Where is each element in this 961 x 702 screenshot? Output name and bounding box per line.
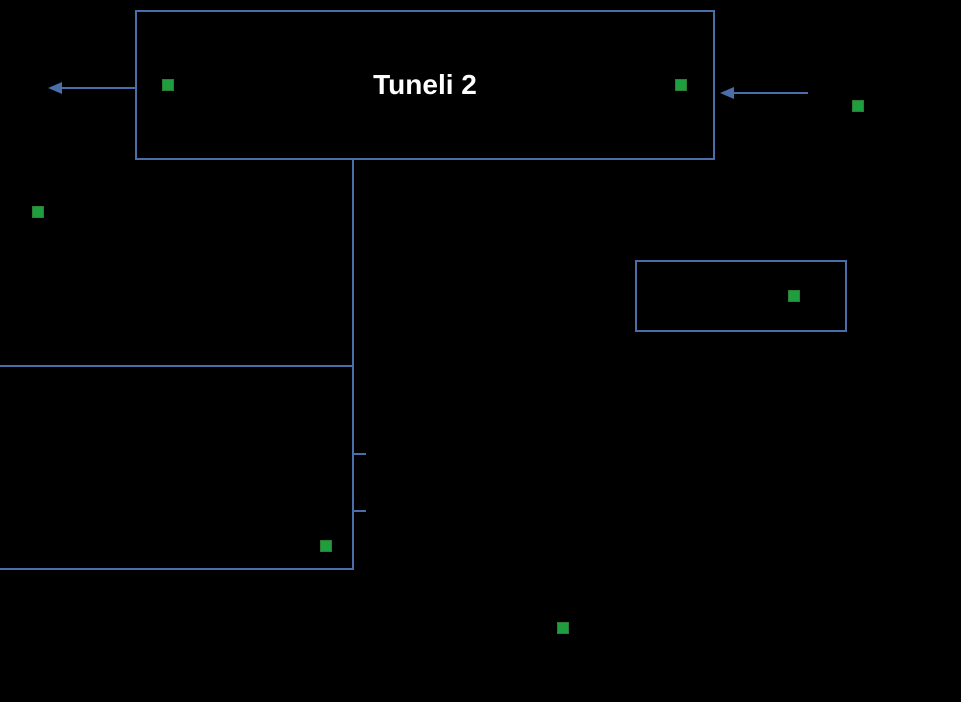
tick-lower xyxy=(354,510,366,512)
marker-bottom-box xyxy=(320,540,332,552)
marker-left-standalone xyxy=(32,206,44,218)
marker-main-left xyxy=(162,79,174,91)
bottom-left-box xyxy=(0,365,354,570)
marker-bottom-center xyxy=(557,622,569,634)
tunnel-main-box: Tuneli 2 xyxy=(135,10,715,160)
marker-far-right xyxy=(852,100,864,112)
tick-upper xyxy=(354,453,366,455)
tunnel-main-label: Tuneli 2 xyxy=(137,69,713,101)
arrow-left xyxy=(48,78,138,98)
marker-main-right xyxy=(675,79,687,91)
vertical-connector xyxy=(352,160,354,365)
marker-small-box xyxy=(788,290,800,302)
arrow-right xyxy=(720,83,810,103)
small-right-box xyxy=(635,260,847,332)
